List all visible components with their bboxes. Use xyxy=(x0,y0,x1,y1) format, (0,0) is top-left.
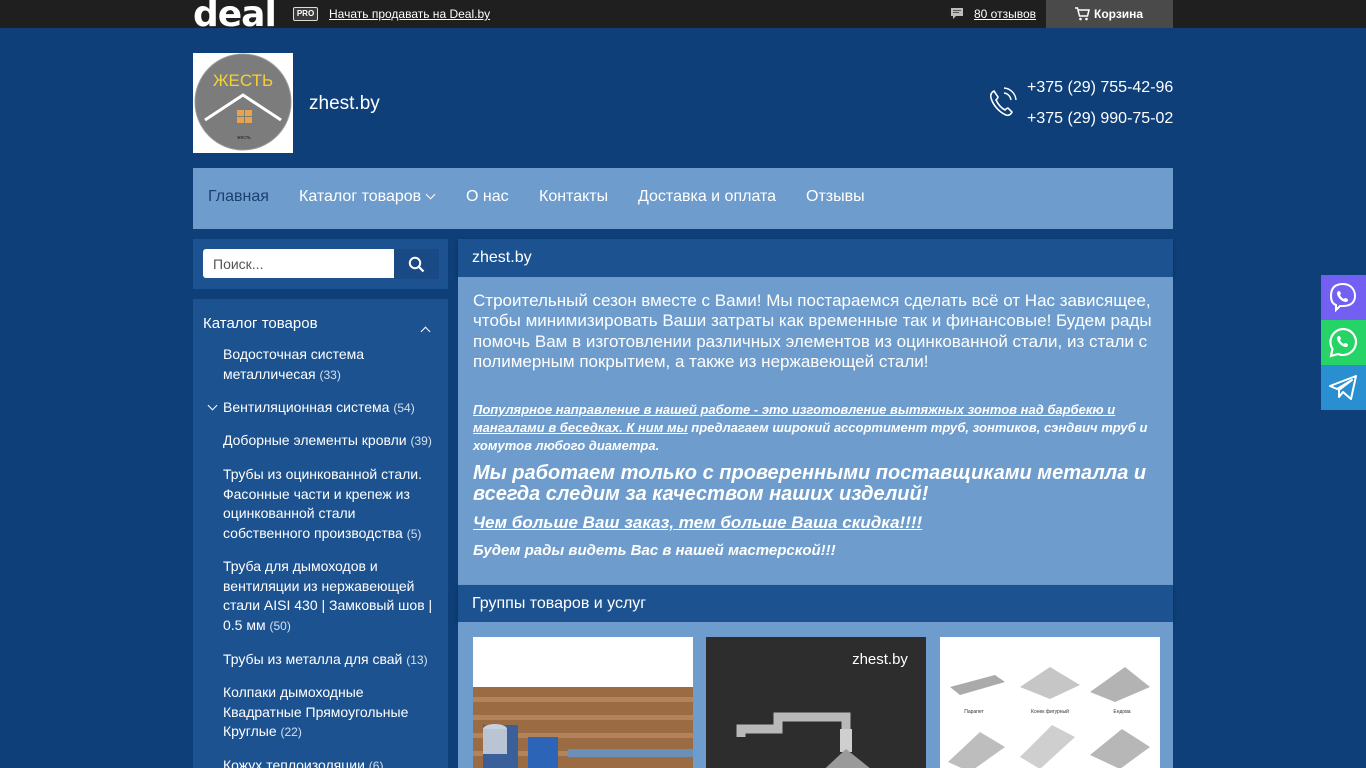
popular-text: Популярное направление в нашей работе - … xyxy=(473,401,1163,455)
intro-text: Строительный сезон вместе с Вами! Мы пос… xyxy=(473,291,1152,371)
quality-text: Мы работаем только с проверенными постав… xyxy=(473,462,1147,505)
main-description: Строительный сезон вместе с Вами! Мы пос… xyxy=(458,277,1173,585)
nav-catalog[interactable]: Каталог товаров xyxy=(299,188,436,206)
sidebar-item-galvanized-pipes[interactable]: Трубы из оцинкованной стали. Фасонные ча… xyxy=(223,465,438,544)
sidebar-item-count: (5) xyxy=(406,526,422,541)
search-input[interactable] xyxy=(203,249,394,278)
sidebar-item-label: Колпаки дымоходные Квадратные Прямоуголь… xyxy=(223,684,409,739)
main-header: zhest.by xyxy=(458,239,1173,277)
site-name[interactable]: zhest.by xyxy=(309,93,380,115)
sidebar-item-label: Вентиляционная система xyxy=(223,399,390,415)
product-group-card[interactable]: Парапет Конек фигурный Ендова xyxy=(940,637,1160,768)
sidebar-item-label: Кожух теплоизоляции xyxy=(223,757,365,768)
groups-grid: zhest.by Парапет Конек фигурный Ендова xyxy=(458,622,1173,768)
groups-header: Группы товаров и услуг xyxy=(458,585,1173,622)
cart-icon xyxy=(1075,7,1090,21)
sidebar-item-count: (33) xyxy=(319,367,341,382)
main-navigation: Главная Каталог товаров О нас Контакты Д… xyxy=(193,168,1173,229)
card-watermark: zhest.by xyxy=(852,651,908,668)
card-caption: Ендова xyxy=(1113,709,1130,715)
search-icon xyxy=(408,256,425,273)
nav-delivery[interactable]: Доставка и оплата xyxy=(638,188,776,206)
pro-badge[interactable]: PRO xyxy=(293,7,318,21)
card-caption: Конек фигурный xyxy=(1031,708,1069,715)
groups-title: Группы товаров и услуг xyxy=(472,595,647,612)
company-logo-image: ЖЕСТЬ жесть xyxy=(194,53,292,151)
nav-about[interactable]: О нас xyxy=(466,188,509,206)
sidebar-item-gutter[interactable]: Водосточная система металличесая (33) xyxy=(223,345,438,385)
sidebar-catalog-title[interactable]: Каталог товаров xyxy=(203,315,318,332)
sidebar-item-chimney-pipes[interactable]: Труба для дымоходов и вентиляции из нерж… xyxy=(223,557,438,636)
sidebar-item-roofing[interactable]: Доборные элементы кровли (39) xyxy=(223,431,438,452)
product-group-image xyxy=(473,637,693,768)
chevron-down-icon xyxy=(425,189,436,200)
phone-number-1[interactable]: +375 (29) 755-42-96 xyxy=(1027,79,1173,97)
sidebar-item-count: (22) xyxy=(280,725,302,739)
sidebar-item-chimney-caps[interactable]: Колпаки дымоходные Квадратные Прямоуголь… xyxy=(223,683,438,743)
search-button[interactable] xyxy=(394,249,439,279)
nav-reviews[interactable]: Отзывы xyxy=(806,188,865,206)
sidebar-item-ventilation[interactable]: Вентиляционная система (54) xyxy=(223,398,438,419)
sidebar-item-label: Водосточная система металличесая xyxy=(223,346,365,382)
cart-label: Корзина xyxy=(1094,7,1144,21)
card-caption: Парапет xyxy=(964,709,984,715)
nav-contacts[interactable]: Контакты xyxy=(539,188,608,206)
phone-icon xyxy=(989,87,1017,117)
cart-button[interactable]: Корзина xyxy=(1046,0,1173,28)
whatsapp-icon xyxy=(1329,327,1358,358)
start-selling-link[interactable]: Начать продавать на Deal.by xyxy=(329,7,490,21)
sidebar-item-insulation[interactable]: Кожух теплоизоляции (6) xyxy=(223,756,438,768)
chevron-down-icon[interactable] xyxy=(207,400,218,411)
whatsapp-button[interactable] xyxy=(1321,320,1366,365)
chevron-up-icon[interactable] xyxy=(420,326,431,337)
chat-bubble-icon xyxy=(951,8,963,19)
reviews-link[interactable]: 80 отзывов xyxy=(974,7,1036,21)
sidebar-item-count: (13) xyxy=(406,653,428,667)
sidebar-item-label: Трубы из оцинкованной стали. Фасонные ча… xyxy=(223,466,423,541)
telegram-button[interactable] xyxy=(1321,365,1366,410)
logo-text: ЖЕСТЬ xyxy=(213,71,273,90)
sidebar-item-label: Труба для дымоходов и вентиляции из нерж… xyxy=(223,558,433,633)
sidebar-item-pile-pipes[interactable]: Трубы из металла для свай (13) xyxy=(223,650,438,671)
telegram-icon xyxy=(1329,375,1357,400)
phone-number-2[interactable]: +375 (29) 990-75-02 xyxy=(1027,110,1173,128)
product-group-card[interactable] xyxy=(473,637,693,768)
viber-button[interactable] xyxy=(1321,275,1366,320)
company-logo[interactable]: ЖЕСТЬ жесть xyxy=(193,53,293,153)
product-group-card[interactable]: zhest.by xyxy=(706,637,926,768)
sidebar-item-label: Доборные элементы кровли xyxy=(223,432,407,448)
logo-subtext: жесть xyxy=(237,135,251,141)
product-group-image: zhest.by xyxy=(706,637,926,768)
sidebar-item-count: (54) xyxy=(393,401,415,415)
nav-catalog-label: Каталог товаров xyxy=(299,188,422,205)
top-bar: deal PRO Начать продавать на Deal.by 80 … xyxy=(0,0,1366,33)
welcome-text: Будем рады видеть Вас в нашей мастерской… xyxy=(473,542,836,559)
nav-home[interactable]: Главная xyxy=(208,188,269,206)
sidebar-item-label: Трубы из металла для свай xyxy=(223,651,403,667)
product-group-image: Парапет Конек фигурный Ендова xyxy=(940,637,1160,768)
viber-icon xyxy=(1329,282,1357,313)
sidebar-item-count: (50) xyxy=(269,618,291,633)
main-title: zhest.by xyxy=(472,249,532,266)
sidebar-item-count: (6) xyxy=(368,759,384,768)
deal-logo[interactable]: deal xyxy=(193,0,277,33)
search-panel xyxy=(193,239,448,289)
discount-text: Чем больше Ваш заказ, тем больше Ваша ск… xyxy=(473,513,923,532)
sidebar-catalog: Каталог товаров Водосточная система мета… xyxy=(193,299,448,768)
sidebar-item-count: (39) xyxy=(410,434,432,448)
